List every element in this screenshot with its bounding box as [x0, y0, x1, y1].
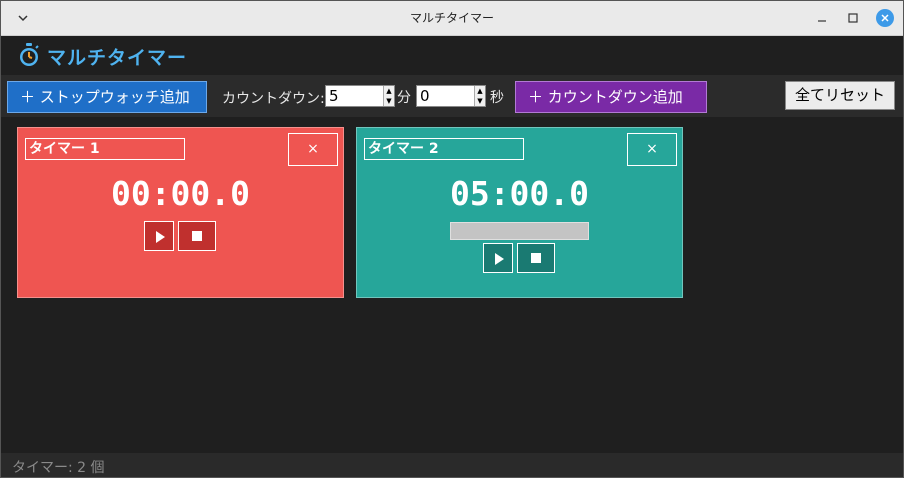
minutes-spin-arrows[interactable]: ▲ ▼: [383, 86, 394, 106]
spin-up-icon[interactable]: ▲: [475, 86, 485, 96]
timer-card-countdown: タイマー 2 × 05:00.0: [356, 127, 683, 298]
seconds-value[interactable]: 0: [420, 87, 430, 105]
seconds-spinbox[interactable]: 0 ▲ ▼: [416, 85, 486, 107]
play-icon: [495, 253, 504, 265]
minutes-unit-label: 分: [397, 90, 411, 106]
reset-all-button[interactable]: 全てリセット: [785, 81, 895, 110]
spin-down-icon[interactable]: ▼: [384, 96, 394, 106]
app-header: マルチタイマー: [1, 37, 903, 75]
toolbar: ＋ ストップウォッチ追加 カウントダウン: 5 ▲ ▼ 分 0 ▲ ▼ 秒 ＋ …: [1, 75, 903, 117]
seconds-unit-label: 秒: [490, 90, 504, 106]
timer-display: 00:00.0: [110, 174, 251, 213]
timer-name-field[interactable]: タイマー 2: [364, 138, 524, 160]
stopwatch-icon: [20, 43, 39, 66]
timer-name-field[interactable]: タイマー 1: [25, 138, 185, 160]
timer-close-button[interactable]: ×: [627, 133, 677, 166]
app-title: マルチタイマー: [47, 47, 188, 69]
status-bar: タイマー: 2 個: [1, 453, 903, 477]
timer-display: 05:00.0: [449, 174, 590, 213]
timer-card-stopwatch: タイマー 1 × 00:00.0: [17, 127, 344, 298]
stop-icon: [192, 231, 202, 241]
minimize-icon[interactable]: [813, 9, 831, 27]
stop-icon: [531, 253, 541, 263]
window-title: マルチタイマー: [409, 11, 494, 25]
seconds-spin-arrows[interactable]: ▲ ▼: [474, 86, 485, 106]
play-button[interactable]: [144, 221, 174, 251]
countdown-label: カウントダウン:: [222, 91, 325, 107]
app-window: マルチタイマー マルチタイマー ＋ ストップウォッチ追加 カウントダウン: 5: [0, 0, 904, 478]
minutes-spinbox[interactable]: 5 ▲ ▼: [325, 85, 395, 107]
maximize-icon[interactable]: [844, 9, 862, 27]
title-bar: マルチタイマー: [1, 1, 903, 36]
minutes-value[interactable]: 5: [329, 87, 339, 105]
close-icon[interactable]: [876, 9, 894, 27]
timer-count-status: タイマー: 2 個: [12, 460, 105, 476]
timer-close-button[interactable]: ×: [288, 133, 338, 166]
stop-button[interactable]: [178, 221, 216, 251]
spin-down-icon[interactable]: ▼: [475, 96, 485, 106]
add-countdown-button[interactable]: ＋ カウントダウン追加: [515, 81, 707, 113]
play-icon: [156, 231, 165, 243]
spin-up-icon[interactable]: ▲: [384, 86, 394, 96]
stop-button[interactable]: [517, 243, 555, 273]
add-stopwatch-button[interactable]: ＋ ストップウォッチ追加: [7, 81, 207, 113]
countdown-progress-bar: [450, 222, 589, 240]
play-button[interactable]: [483, 243, 513, 273]
